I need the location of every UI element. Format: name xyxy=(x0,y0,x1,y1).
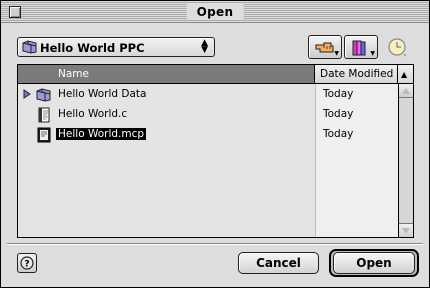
file-name: Hello World.c xyxy=(58,108,128,120)
location-label: Hello World PPC xyxy=(40,41,145,55)
file-list[interactable]: Name Date Modified ▲ Hello World Data To… xyxy=(17,64,414,238)
source-file-icon xyxy=(36,107,52,126)
open-button[interactable]: Open xyxy=(333,252,415,274)
help-button[interactable]: ? xyxy=(17,253,37,273)
file-date: Today xyxy=(323,88,354,100)
recent-button[interactable] xyxy=(387,37,409,62)
favorites-button[interactable]: ▼ xyxy=(344,35,378,59)
separator xyxy=(7,243,423,245)
open-dialog: Open Hello World PPC ▲ ▼ ▼ ▼ Name Date M… xyxy=(0,0,430,288)
books-icon xyxy=(352,40,366,56)
vertical-scrollbar[interactable] xyxy=(398,84,413,237)
project-file-icon xyxy=(36,127,52,146)
list-item[interactable]: Hello World Data Today xyxy=(18,85,398,105)
popup-arrows-icon: ▲ ▼ xyxy=(201,38,208,55)
file-date: Today xyxy=(323,128,354,140)
location-popup[interactable]: Hello World PPC ▲ ▼ xyxy=(17,37,215,57)
chevron-down-icon: ▼ xyxy=(334,50,339,57)
disclosure-triangle-icon[interactable] xyxy=(23,89,31,102)
cancel-button[interactable]: Cancel xyxy=(238,252,319,274)
folder-icon xyxy=(22,40,38,57)
scroll-up-button[interactable] xyxy=(399,84,413,98)
column-header-date-modified[interactable]: Date Modified xyxy=(315,65,398,84)
scroll-down-arrow-icon xyxy=(402,228,410,234)
scroll-down-button[interactable] xyxy=(399,223,413,237)
column-header-name[interactable]: Name xyxy=(18,65,315,84)
chevron-down-icon: ▼ xyxy=(370,50,375,57)
close-box[interactable] xyxy=(9,6,21,18)
sort-arrow-icon: ▲ xyxy=(401,70,408,79)
file-date: Today xyxy=(323,108,354,120)
shortcuts-button[interactable]: ▼ xyxy=(308,35,342,59)
list-item[interactable]: Hello World.mcp Today xyxy=(18,125,398,145)
file-name: Hello World.mcp xyxy=(56,128,147,140)
sort-direction-button[interactable]: ▲ xyxy=(398,65,413,84)
folder-icon xyxy=(36,87,52,106)
clock-icon xyxy=(388,38,407,57)
pointing-hand-icon xyxy=(315,42,334,53)
scroll-up-arrow-icon xyxy=(402,88,410,94)
title-bar[interactable]: Open xyxy=(1,1,429,23)
list-item[interactable]: Hello World.c Today xyxy=(18,105,398,125)
file-name: Hello World Data xyxy=(58,88,147,100)
svg-text:?: ? xyxy=(24,260,29,270)
window-title: Open xyxy=(186,4,244,20)
help-icon: ? xyxy=(20,256,34,270)
